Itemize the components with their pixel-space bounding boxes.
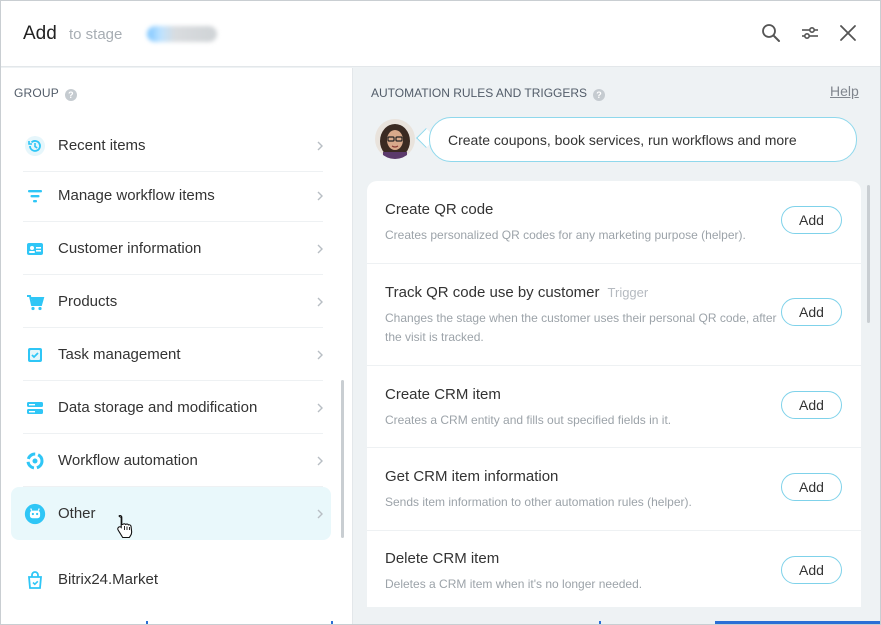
group-title: GROUP? [14,86,78,101]
stage-name-blurred [147,26,217,42]
rule-description: Creates a CRM entity and fills out speci… [385,413,672,427]
chevron-right-icon [317,403,323,412]
rule-title-text: Track QR code use by customer [385,284,600,301]
chevron-right-icon [317,509,323,518]
rule-title: Track QR code use by customer Trigger [385,284,648,301]
rule-title: Create CRM item [385,386,501,403]
chevron-right-icon [317,244,323,253]
rule-title-text: Create CRM item [385,386,501,403]
sidebar-item-bitrix24-market[interactable]: Bitrix24.Market [11,553,331,606]
rule-item: Create QR code Creates personalized QR c… [367,181,861,264]
rule-description: Sends item information to other automati… [385,495,692,509]
rules-list: Create QR code Creates personalized QR c… [367,181,861,607]
sidebar-item-data-storage[interactable]: Data storage and modification [11,381,331,434]
right-panel-title: AUTOMATION RULES AND TRIGGERS? [371,86,606,101]
sidebar-item-task-management[interactable]: Task management [11,328,331,381]
help-link[interactable]: Help [830,83,859,99]
add-button[interactable]: Add [781,206,842,234]
chevron-right-icon [317,350,323,359]
rule-description: Changes the stage when the customer uses… [385,311,777,344]
sidebar-item-products[interactable]: Products [11,275,331,328]
storage-icon [22,395,48,421]
rule-title: Create QR code [385,201,493,218]
robot-icon [22,501,48,527]
dialog-title: Add [23,23,57,44]
sidebar-item-label: Bitrix24.Market [58,571,159,588]
help-icon[interactable]: ? [593,89,606,101]
sidebar-item-customer-information[interactable]: Customer information [11,222,331,275]
rule-item: Delete CRM item Deletes a CRM item when … [367,531,861,607]
rule-item: Get CRM item information Sends item info… [367,448,861,531]
help-icon[interactable]: ? [65,89,78,101]
rule-title: Delete CRM item [385,550,499,567]
rule-title-text: Get CRM item information [385,468,559,485]
search-icon[interactable] [759,21,783,45]
sidebar-item-label: Data storage and modification [58,399,258,416]
group-panel: GROUP? Recent items Manage workflow item… [1,68,353,624]
sidebar-item-label: Customer information [58,240,202,257]
group-title-label: GROUP [14,86,60,100]
rule-title: Get CRM item information [385,468,558,485]
rule-description: Creates personalized QR codes for any ma… [385,228,746,242]
add-button[interactable]: Add [781,556,842,584]
task-icon [22,342,48,368]
add-rule-dialog: Add to stage GROUP? Recent items Manage … [0,0,881,625]
sidebar-item-label: Products [58,293,118,310]
rule-title-text: Create QR code [385,201,494,218]
sidebar-item-label: Workflow automation [58,452,198,469]
left-scrollbar[interactable] [341,380,344,538]
sidebar-item-label: Manage workflow items [58,187,215,204]
rule-title-text: Delete CRM item [385,550,500,567]
add-button[interactable]: Add [781,391,842,419]
close-icon[interactable] [836,21,860,45]
add-button[interactable]: Add [781,298,842,326]
sidebar-item-label: Other [58,505,96,522]
rule-item: Create CRM item Creates a CRM entity and… [367,366,861,448]
hand-cursor-icon [117,514,133,539]
right-scrollbar[interactable] [867,185,870,323]
filter-icon [22,183,48,209]
dialog-subtitle: to stage [69,26,123,43]
sidebar-item-label: Recent items [58,137,146,154]
sliders-icon[interactable] [798,21,822,45]
market-bag-icon [22,567,48,593]
cart-icon [22,289,48,315]
chevron-right-icon [317,191,323,200]
chevron-right-icon [317,141,323,150]
trigger-tag: Trigger [607,285,649,300]
rule-item: Track QR code use by customer Trigger Cha… [367,264,861,366]
chevron-right-icon [317,456,323,465]
automation-icon [22,448,48,474]
assistant-avatar [375,119,415,159]
sidebar-item-label: Task management [58,346,181,363]
dialog-header: Add to stage [1,1,880,67]
partial-next-row-strip [146,621,880,624]
sidebar-item-workflow-automation[interactable]: Workflow automation [11,434,331,487]
chevron-right-icon [317,297,323,306]
rule-description: Deletes a CRM item when it's no longer n… [385,577,643,591]
sidebar-item-recent-items[interactable]: Recent items [11,119,331,172]
assistant-speech-bubble: Create coupons, book services, run workf… [429,117,857,162]
add-button[interactable]: Add [781,473,842,501]
right-panel-title-label: AUTOMATION RULES AND TRIGGERS [371,86,588,100]
recent-icon [22,133,48,159]
contact-card-icon [22,236,48,262]
sidebar-item-manage-workflow-items[interactable]: Manage workflow items [11,169,331,222]
sidebar-item-other[interactable]: Other [11,487,331,540]
